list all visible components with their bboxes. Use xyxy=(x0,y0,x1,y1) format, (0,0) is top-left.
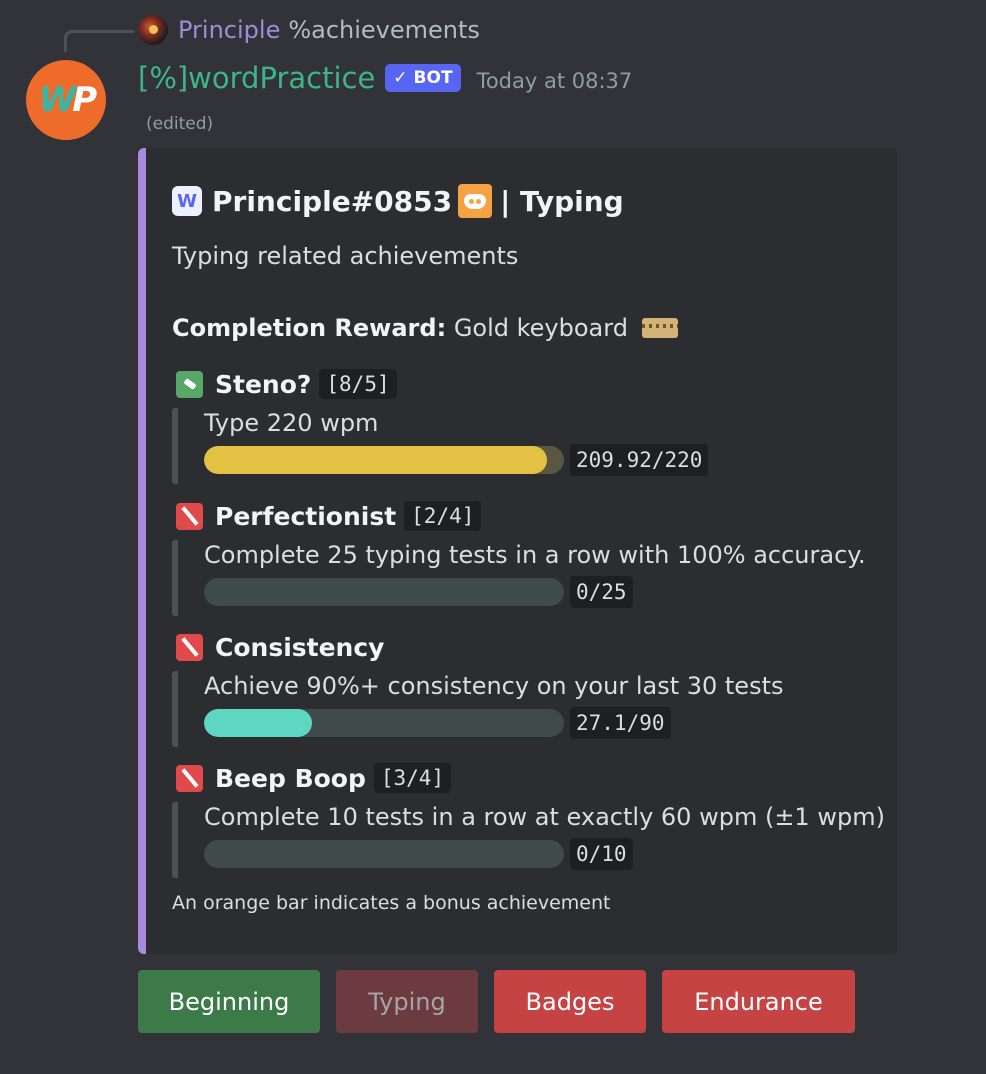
message-header: [%]wordPractice ✓ BOT Today at 08:37 xyxy=(138,56,632,100)
embed-footer-note: An orange bar indicates a bonus achievem… xyxy=(172,892,611,914)
achievement-tier-count: [3/4] xyxy=(373,763,452,793)
progress-bar xyxy=(204,709,564,737)
progress-bar xyxy=(204,840,564,868)
progress-bar xyxy=(204,578,564,606)
cross-icon xyxy=(176,502,203,530)
achievement-body: Achieve 90%+ consistency on your last 30… xyxy=(172,671,784,747)
achievement-description: Complete 10 tests in a row at exactly 60… xyxy=(204,803,885,831)
progress-row: 209.92/220 xyxy=(204,444,709,476)
discord-icon xyxy=(458,184,493,218)
embed-title-user: Principle#0853 xyxy=(212,184,453,218)
achievement-description: Type 220 wpm xyxy=(204,409,379,437)
achievement-header: Beep Boop [3/4] xyxy=(172,760,885,796)
achievement-item: Beep Boop [3/4] Complete 10 tests in a r… xyxy=(172,760,885,878)
achievement-description: Complete 25 typing tests in a row with 1… xyxy=(204,541,866,569)
beginning-button[interactable]: Beginning xyxy=(138,970,320,1033)
bot-avatar[interactable]: WP xyxy=(26,60,106,140)
reply-connector xyxy=(64,30,134,52)
keyboard-icon xyxy=(641,318,678,338)
embed-title: W Principle#0853 | Typing xyxy=(172,184,624,218)
progress-bar-fill xyxy=(204,709,313,737)
typing-button: Typing xyxy=(336,970,478,1033)
achievement-description: Achieve 90%+ consistency on your last 30… xyxy=(204,672,784,700)
achievement-name: Perfectionist xyxy=(215,501,397,531)
achievement-body: Complete 25 typing tests in a row with 1… xyxy=(172,540,866,616)
achievement-item: Steno? [8/5] Type 220 wpm 209.92/220 xyxy=(172,366,709,484)
achievement-header: Consistency xyxy=(172,629,784,665)
checkmark-icon xyxy=(176,370,203,398)
reply-preview[interactable]: Principle %achievements xyxy=(138,12,480,48)
progress-value: 0/10 xyxy=(570,838,633,870)
progress-row: 27.1/90 xyxy=(204,707,784,739)
wordpractice-icon: W xyxy=(172,186,202,216)
achievement-header: Perfectionist [2/4] xyxy=(172,498,866,534)
embed-title-category: | Typing xyxy=(500,184,624,218)
achievement-item: Consistency Achieve 90%+ consistency on … xyxy=(172,629,784,747)
progress-value: 0/25 xyxy=(570,576,633,608)
bot-badge: ✓ BOT xyxy=(385,64,461,92)
bot-badge-label: BOT xyxy=(413,68,453,88)
reply-command[interactable]: %achievements xyxy=(288,16,480,44)
achievement-tier-count: [8/5] xyxy=(319,369,397,399)
endurance-button[interactable]: Endurance xyxy=(662,970,855,1033)
reply-author[interactable]: Principle xyxy=(178,16,280,44)
cross-icon xyxy=(176,764,203,792)
achievement-body: Type 220 wpm 209.92/220 xyxy=(172,408,709,484)
achievement-item: Perfectionist [2/4] Complete 25 typing t… xyxy=(172,498,866,616)
badges-button[interactable]: Badges xyxy=(494,970,646,1033)
progress-bar-fill xyxy=(204,446,548,474)
achievement-header: Steno? [8/5] xyxy=(172,366,708,402)
reward-label: Completion Reward: xyxy=(172,314,447,342)
edited-label: (edited) xyxy=(146,114,214,134)
achievement-body: Complete 10 tests in a row at exactly 60… xyxy=(172,802,885,878)
achievement-tier-count: [2/4] xyxy=(404,501,482,531)
progress-value: 27.1/90 xyxy=(570,707,671,739)
bot-username[interactable]: [%]wordPractice xyxy=(138,61,375,95)
achievements-embed: W Principle#0853 | Typing Typing related… xyxy=(138,148,897,954)
achievement-name: Consistency xyxy=(215,632,385,662)
progress-row: 0/25 xyxy=(204,576,866,608)
reply-avatar[interactable] xyxy=(138,15,168,45)
achievement-name: Beep Boop xyxy=(215,763,366,793)
completion-reward: Completion Reward: Gold keyboard xyxy=(172,314,678,342)
achievement-name: Steno? xyxy=(215,369,312,399)
reward-value: Gold keyboard xyxy=(453,314,628,342)
progress-row: 0/10 xyxy=(204,838,885,870)
category-buttons: Beginning Typing Badges Endurance xyxy=(138,970,871,1033)
checkmark-icon: ✓ xyxy=(393,68,408,88)
progress-value: 209.92/220 xyxy=(570,444,709,476)
embed-description: Typing related achievements xyxy=(172,242,519,270)
message-timestamp[interactable]: Today at 08:37 xyxy=(477,69,633,93)
progress-bar xyxy=(204,446,564,474)
cross-icon xyxy=(176,633,203,661)
